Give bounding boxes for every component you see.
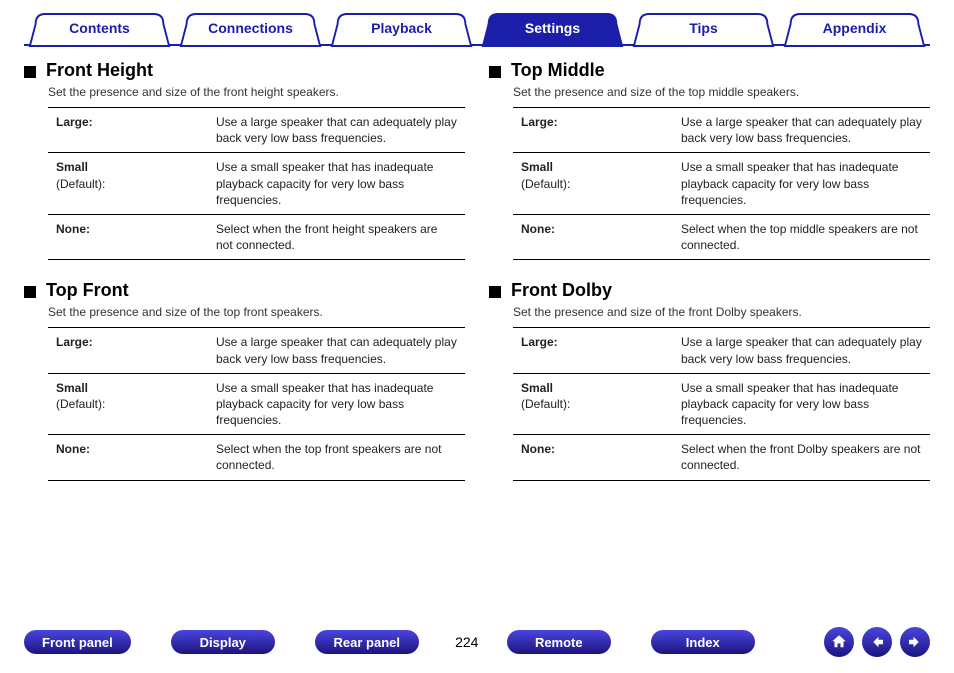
tab-playback[interactable]: Playback: [330, 12, 473, 44]
page-number: 224: [443, 634, 491, 650]
footer-link-remote[interactable]: Remote: [507, 630, 611, 654]
section-top-front: Top Front Set the presence and size of t…: [24, 280, 465, 480]
table-row: Large: Use a large speaker that can adeq…: [48, 328, 465, 373]
section-desc: Set the presence and size of the front h…: [48, 85, 465, 99]
prev-page-button[interactable]: [862, 627, 892, 657]
section-bullet-icon: [489, 286, 501, 298]
section-bullet-icon: [24, 286, 36, 298]
section-table: Large: Use a large speaker that can adeq…: [48, 327, 465, 480]
table-row: Small(Default): Use a small speaker that…: [513, 153, 930, 215]
tab-settings[interactable]: Settings: [481, 12, 624, 44]
section-front-dolby: Front Dolby Set the presence and size of…: [489, 280, 930, 480]
home-button[interactable]: [824, 627, 854, 657]
table-row: None: Select when the front height speak…: [48, 214, 465, 259]
section-front-height: Front Height Set the presence and size o…: [24, 60, 465, 260]
footer-link-front-panel[interactable]: Front panel: [24, 630, 131, 654]
table-row: Small(Default): Use a small speaker that…: [513, 373, 930, 435]
footer-link-index[interactable]: Index: [651, 630, 755, 654]
table-row: Large: Use a large speaker that can adeq…: [48, 108, 465, 153]
footer-nav: Front panel Display Rear panel 224 Remot…: [24, 627, 930, 657]
section-title: Front Dolby: [511, 280, 612, 301]
section-top-middle: Top Middle Set the presence and size of …: [489, 60, 930, 260]
tab-contents[interactable]: Contents: [28, 12, 171, 44]
section-desc: Set the presence and size of the top fro…: [48, 305, 465, 319]
section-desc: Set the presence and size of the top mid…: [513, 85, 930, 99]
tab-tips[interactable]: Tips: [632, 12, 775, 44]
arrow-left-icon: [868, 633, 886, 651]
table-row: Small(Default): Use a small speaker that…: [48, 373, 465, 435]
table-row: None: Select when the front Dolby speake…: [513, 435, 930, 480]
table-row: Large: Use a large speaker that can adeq…: [513, 328, 930, 373]
top-tab-bar: Contents Connections Playback Settings T…: [24, 12, 930, 46]
arrow-right-icon: [906, 633, 924, 651]
section-title: Top Front: [46, 280, 129, 301]
table-row: Large: Use a large speaker that can adeq…: [513, 108, 930, 153]
section-table: Large: Use a large speaker that can adeq…: [513, 327, 930, 480]
next-page-button[interactable]: [900, 627, 930, 657]
table-row: Small(Default): Use a small speaker that…: [48, 153, 465, 215]
right-column: Top Middle Set the presence and size of …: [489, 60, 930, 501]
section-table: Large: Use a large speaker that can adeq…: [48, 107, 465, 260]
content-columns: Front Height Set the presence and size o…: [24, 60, 930, 501]
footer-link-display[interactable]: Display: [171, 630, 275, 654]
footer-link-rear-panel[interactable]: Rear panel: [315, 630, 419, 654]
section-bullet-icon: [24, 66, 36, 78]
table-row: None: Select when the top front speakers…: [48, 435, 465, 480]
tab-connections[interactable]: Connections: [179, 12, 322, 44]
home-icon: [830, 633, 848, 651]
table-row: None: Select when the top middle speaker…: [513, 214, 930, 259]
left-column: Front Height Set the presence and size o…: [24, 60, 465, 501]
section-table: Large: Use a large speaker that can adeq…: [513, 107, 930, 260]
section-desc: Set the presence and size of the front D…: [513, 305, 930, 319]
section-title: Front Height: [46, 60, 153, 81]
section-title: Top Middle: [511, 60, 605, 81]
section-bullet-icon: [489, 66, 501, 78]
tab-appendix[interactable]: Appendix: [783, 12, 926, 44]
